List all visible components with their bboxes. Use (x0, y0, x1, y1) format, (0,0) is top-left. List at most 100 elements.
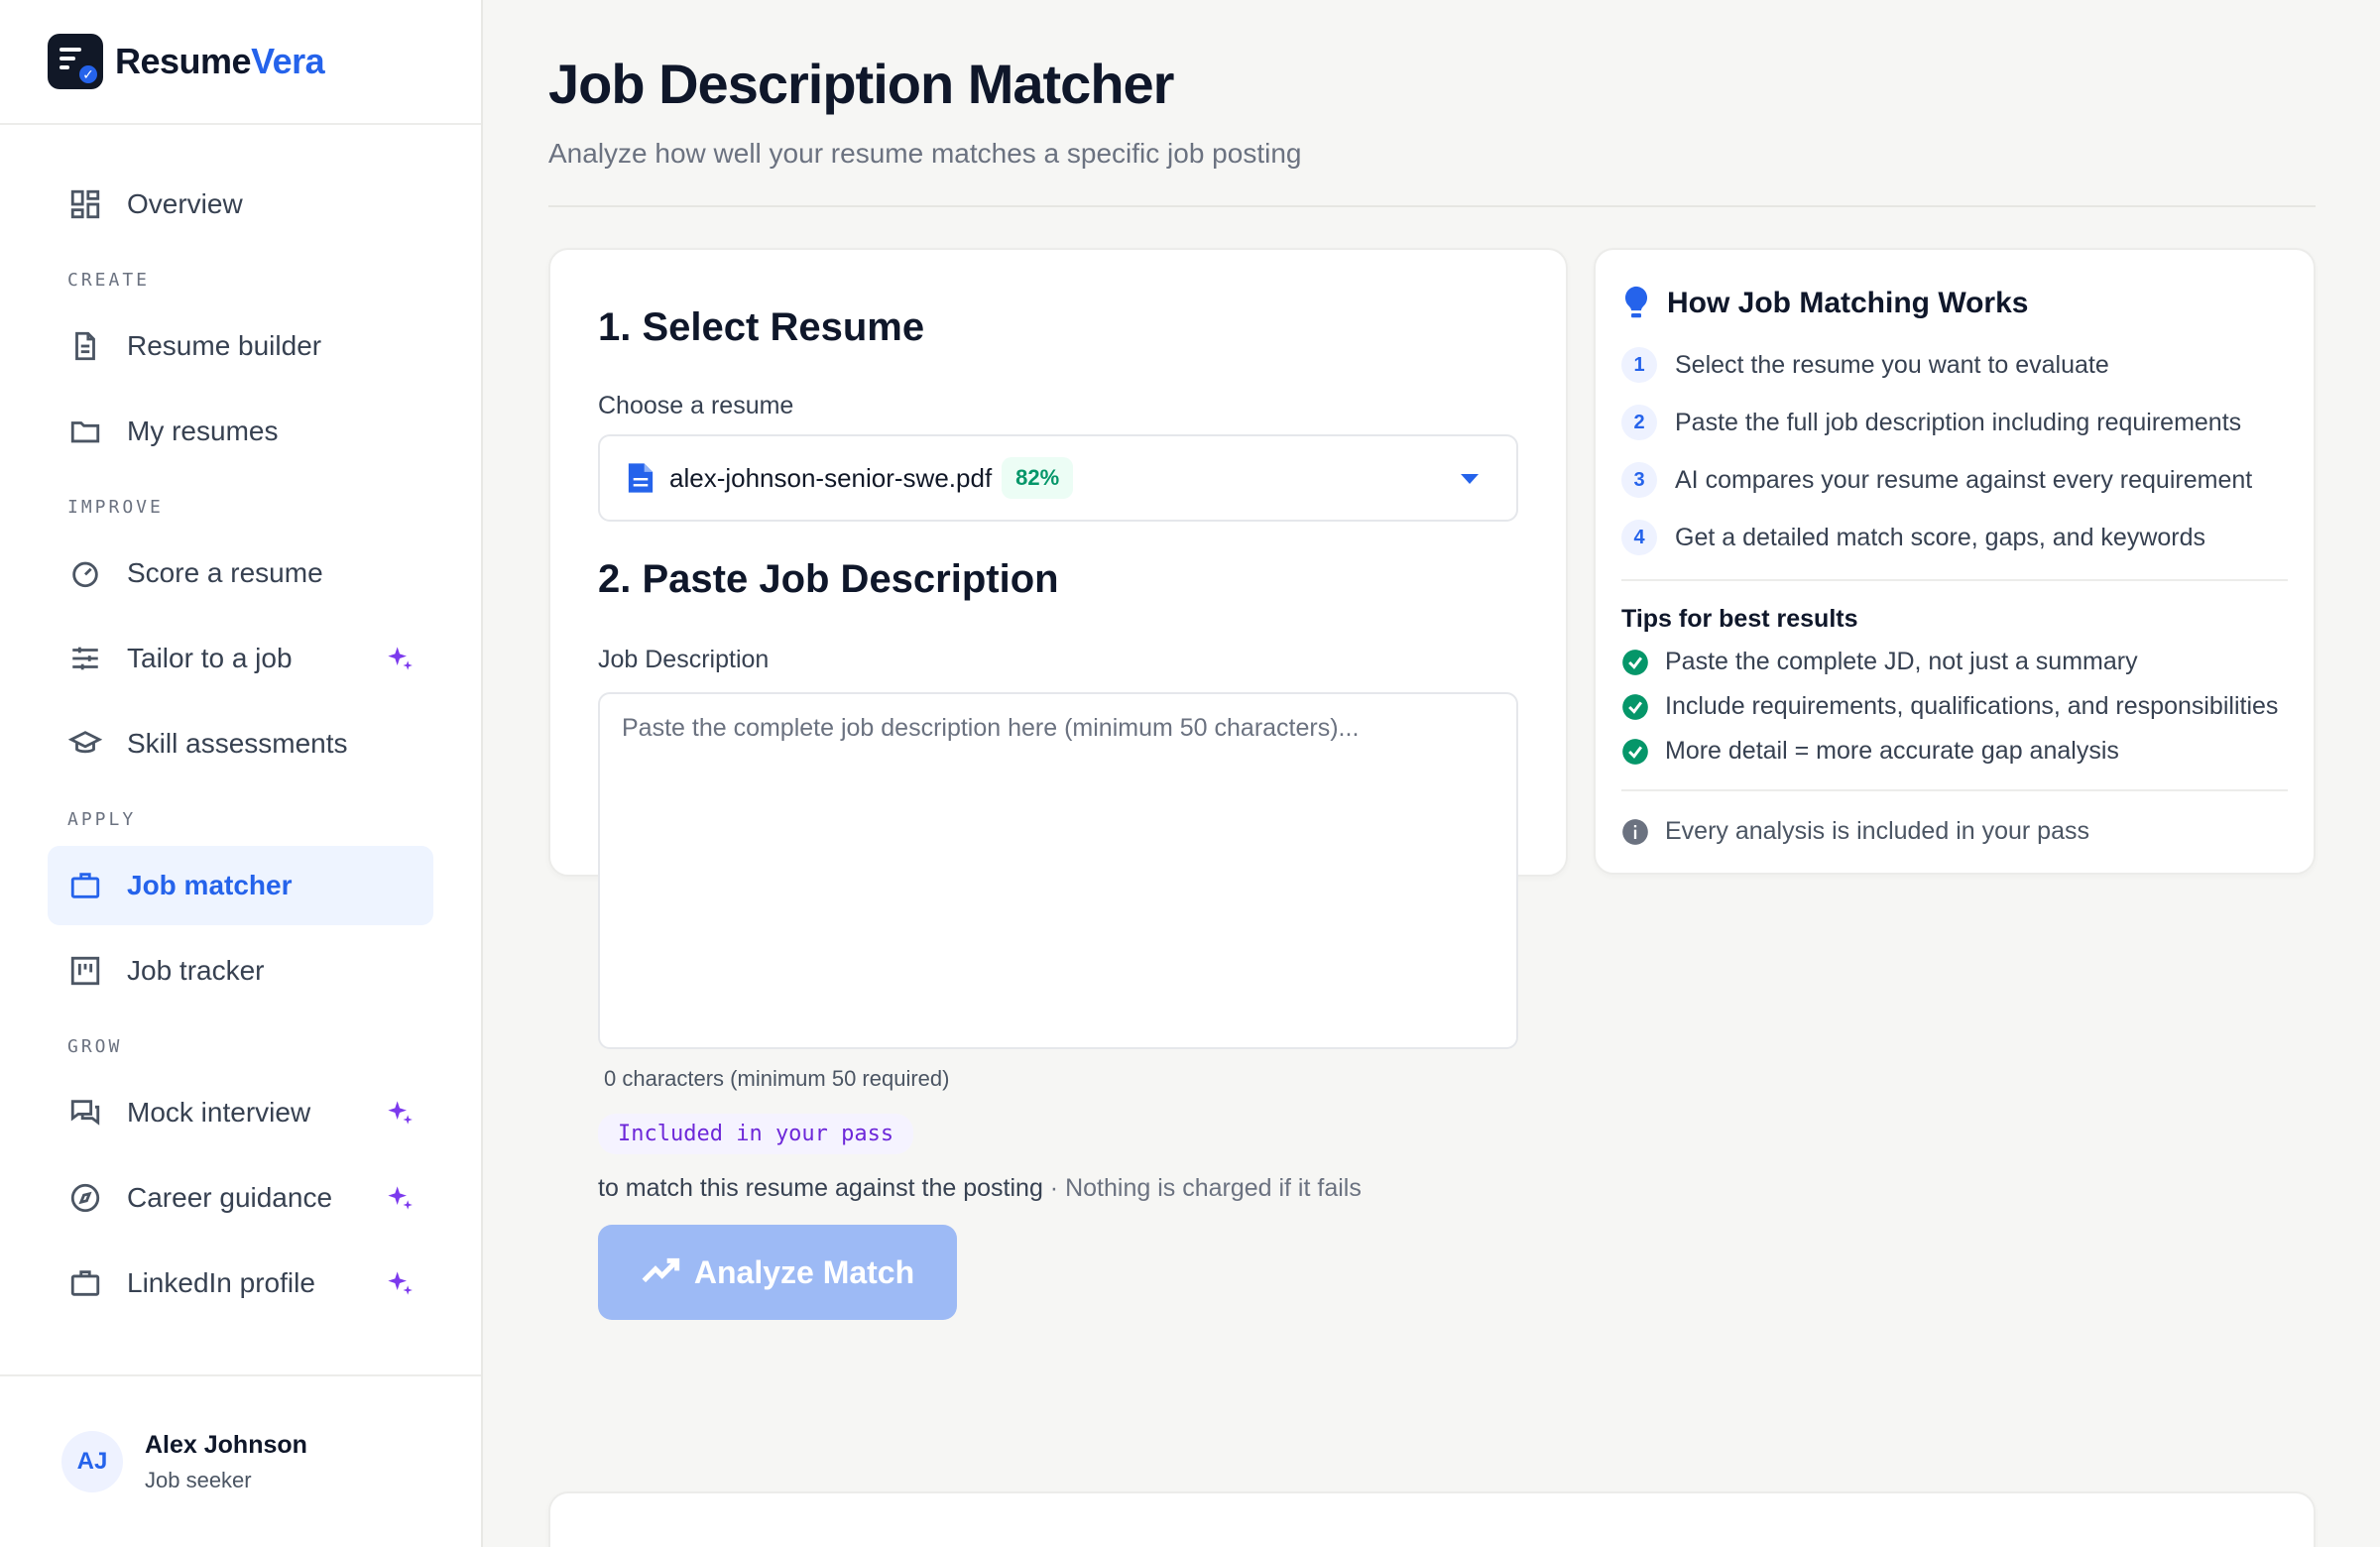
step-number: 2 (1621, 405, 1657, 440)
step-number: 1 (1621, 347, 1657, 383)
sparkle-icon (386, 1269, 414, 1297)
jd-label: Job Description (598, 646, 770, 673)
sidebar-item-my-resumes[interactable]: My resumes (48, 392, 433, 471)
page-title: Job Description Matcher (548, 53, 1174, 115)
analyze-match-button[interactable]: Analyze Match (598, 1225, 957, 1320)
resume-select[interactable]: alex-johnson-senior-swe.pdf 82% (598, 434, 1518, 522)
note-main: to match this resume against the posting (598, 1174, 1043, 1202)
tip-text: Paste the complete JD, not just a summar… (1665, 648, 2138, 675)
select-resume-title: 1. Select Resume (598, 305, 925, 349)
how-header: How Job Matching Works (1621, 284, 2288, 323)
user-name: Alex Johnson (145, 1430, 307, 1459)
sidebar: ✓ ResumeVera Overview CREATE Resume buil… (0, 0, 483, 1547)
tip-item: Paste the complete JD, not just a summar… (1621, 648, 2288, 676)
how-it-works-card: How Job Matching Works 1 Select the resum… (1594, 248, 2316, 875)
gauge-icon (67, 555, 103, 591)
sidebar-item-score-resume[interactable]: Score a resume (48, 534, 433, 613)
dashboard-icon (67, 186, 103, 222)
how-title: How Job Matching Works (1667, 287, 2029, 319)
sidebar-item-career-guidance[interactable]: Career guidance (48, 1158, 433, 1238)
kanban-icon (67, 953, 103, 989)
sparkle-icon (386, 645, 414, 672)
check-circle-icon (1622, 693, 1648, 720)
sidebar-item-job-matcher[interactable]: Job matcher (48, 846, 433, 925)
pass-chip: Included in your pass (598, 1114, 914, 1154)
brand-name: ResumeVera (115, 41, 325, 81)
file-icon (628, 463, 654, 493)
pass-info: Every analysis is included in your pass (1621, 817, 2288, 846)
resume-check-icon: ✓ (48, 34, 103, 89)
sidebar-item-linkedin-profile[interactable]: LinkedIn profile (48, 1244, 433, 1323)
sidebar-item-tailor-job[interactable]: Tailor to a job (48, 619, 433, 698)
sidebar-item-label: Job matcher (127, 870, 293, 900)
info-icon (1622, 818, 1648, 845)
compass-icon (67, 1180, 103, 1216)
step-item: 4 Get a detailed match score, gaps, and k… (1621, 520, 2288, 555)
sidebar-item-label: LinkedIn profile (127, 1267, 315, 1298)
document-icon (67, 328, 103, 364)
divider (548, 205, 2316, 207)
user-role: Job seeker (145, 1467, 252, 1492)
sidebar-item-overview[interactable]: Overview (48, 165, 433, 244)
tip-item: More detail = more accurate gap analysis (1621, 737, 2288, 766)
avatar: AJ (61, 1431, 123, 1492)
steps-list: 1 Select the resume you want to evaluate … (1621, 347, 2288, 555)
selected-resume-name: alex-johnson-senior-swe.pdf (669, 462, 993, 493)
trending-up-icon (642, 1257, 680, 1283)
job-description-input[interactable] (598, 692, 1518, 1049)
analyze-label: Analyze Match (693, 1253, 915, 1290)
sparkle-icon (386, 1184, 414, 1212)
graduation-cap-icon (67, 726, 103, 762)
briefcase-icon (67, 868, 103, 903)
check-circle-icon (1622, 738, 1648, 765)
char-count: 0 characters (minimum 50 required) (604, 1066, 950, 1091)
user-profile[interactable]: AJ Alex Johnson Job seeker (0, 1374, 481, 1547)
note-muted: · Nothing is charged if it fails (1042, 1174, 1362, 1202)
chevron-down-icon (1461, 474, 1479, 484)
main-content: Job Description Matcher Analyze how well… (548, 0, 2316, 1547)
choose-resume-label: Choose a resume (598, 392, 794, 419)
sidebar-item-label: Mock interview (127, 1097, 311, 1128)
step-text: Paste the full job description including… (1675, 408, 2242, 436)
sidebar-item-mock-interview[interactable]: Mock interview (48, 1073, 433, 1152)
section-apply: APPLY (67, 809, 137, 830)
tip-text: Include requirements, qualifications, an… (1665, 692, 2279, 720)
folder-icon (67, 414, 103, 449)
chat-icon (67, 1095, 103, 1130)
step-number: 3 (1621, 462, 1657, 498)
sliders-icon (67, 641, 103, 676)
brand[interactable]: ✓ ResumeVera (0, 0, 481, 125)
sidebar-item-label: Resume builder (127, 330, 322, 361)
section-create: CREATE (67, 270, 151, 291)
step-text: Select the resume you want to evaluate (1675, 350, 2109, 379)
step-item: 3 AI compares your resume against every r… (1621, 462, 2288, 498)
step-text: AI compares your resume against every re… (1675, 465, 2253, 494)
step-item: 1 Select the resume you want to evaluate (1621, 347, 2288, 383)
charge-note: to match this resume against the posting… (598, 1174, 1518, 1203)
sidebar-item-skill-assessments[interactable]: Skill assessments (48, 704, 433, 783)
sidebar-item-resume-builder[interactable]: Resume builder (48, 306, 433, 386)
info-text: Every analysis is included in your pass (1665, 817, 2089, 845)
matcher-form-card: 1. Select Resume Choose a resume alex-jo… (548, 248, 1568, 1320)
analysis-history-card (548, 1491, 2316, 1547)
sidebar-item-label: Skill assessments (127, 728, 348, 759)
sidebar-item-label: Career guidance (127, 1182, 333, 1213)
sidebar-nav: Overview CREATE Resume builder My resume… (0, 125, 481, 1323)
section-improve: IMPROVE (67, 497, 164, 518)
step-text: Get a detailed match score, gaps, and ke… (1675, 523, 2206, 551)
sidebar-item-job-tracker[interactable]: Job tracker (48, 931, 433, 1011)
resume-score-badge: 82% (1002, 457, 1074, 499)
tip-text: More detail = more accurate gap analysis (1665, 737, 2119, 765)
page-subtitle: Analyze how well your resume matches a s… (548, 138, 1302, 169)
sidebar-item-label: Job tracker (127, 955, 265, 986)
step-number: 4 (1621, 520, 1657, 555)
divider (1621, 579, 2288, 581)
sidebar-item-label: Overview (127, 188, 243, 219)
lightbulb-icon (1624, 286, 1648, 318)
paste-jd-title: 2. Paste Job Description (598, 557, 1059, 601)
sidebar-item-label: Score a resume (127, 557, 323, 588)
tip-item: Include requirements, qualifications, an… (1621, 692, 2288, 721)
sidebar-item-label: Tailor to a job (127, 643, 293, 673)
briefcase-icon (67, 1265, 103, 1301)
check-circle-icon (1622, 649, 1648, 675)
